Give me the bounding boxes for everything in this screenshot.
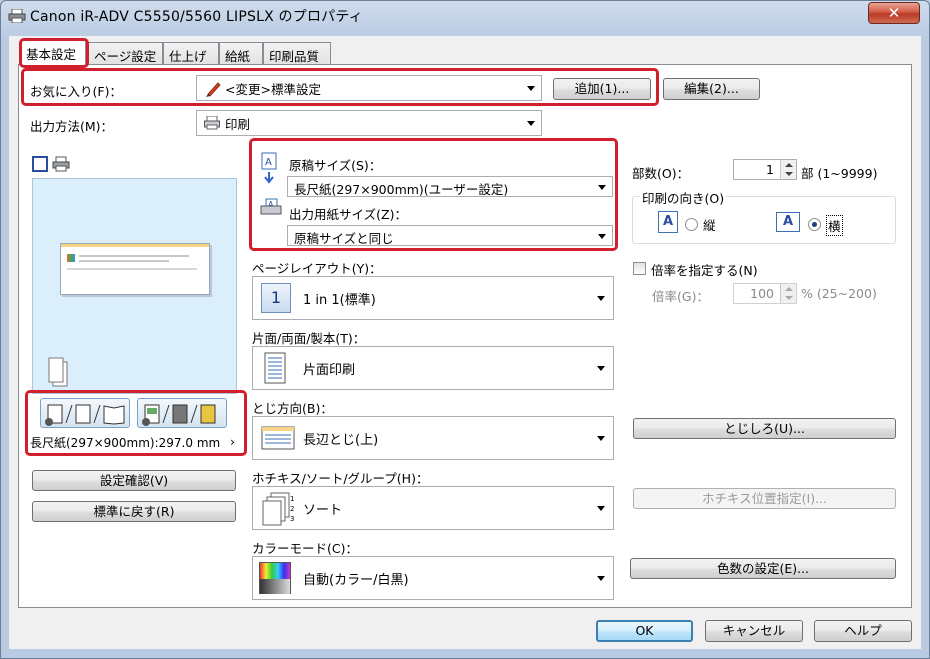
- window-title: Canon iR-ADV C5550/5560 LIPSLX のプロパティ: [30, 9, 363, 25]
- output-method-label: 出力方法(M)：: [30, 119, 114, 134]
- duplex-label: 片面/両面/製本(T)：: [252, 331, 366, 346]
- print-preview: [32, 178, 237, 394]
- margin-button[interactable]: とじしろ(U)...: [633, 418, 896, 439]
- dropdown-arrow-icon: [527, 121, 535, 126]
- binding-dropdown[interactable]: 長辺とじ(上): [252, 416, 614, 460]
- scale-checkbox[interactable]: [633, 262, 646, 275]
- svg-text:1: 1: [290, 495, 294, 503]
- sort-icon: 1 2 3: [262, 492, 294, 526]
- staple-dropdown[interactable]: 1 2 3 ソート: [252, 486, 614, 530]
- highlight-favorites: [21, 68, 659, 106]
- close-button[interactable]: ✕: [868, 2, 920, 24]
- preview-page-icon[interactable]: [32, 156, 48, 172]
- copies-value: 1: [766, 162, 774, 177]
- output-method-dropdown[interactable]: 印刷: [196, 110, 542, 136]
- output-method-value: 印刷: [225, 117, 251, 132]
- portrait-icon: A: [658, 211, 678, 233]
- check-settings-button[interactable]: 設定確認(V): [32, 470, 236, 491]
- tab-page-setup[interactable]: ページ設定: [88, 42, 163, 64]
- single-sided-icon: [264, 352, 286, 384]
- portrait-label: 縦: [703, 218, 716, 233]
- dropdown-arrow-icon: [597, 506, 605, 511]
- preview-page: [60, 243, 210, 295]
- dropdown-arrow-icon: [597, 366, 605, 371]
- printer-icon: [204, 116, 220, 130]
- tab-print-quality[interactable]: 印刷品質: [263, 42, 331, 64]
- scale-spinner[interactable]: 100: [733, 283, 797, 304]
- scale-rate-label: 倍率(G)：: [652, 289, 709, 304]
- staple-position-button[interactable]: ホチキス位置指定(I)...: [633, 488, 896, 509]
- title-bar: Canon iR-ADV C5550/5560 LIPSLX のプロパティ ✕: [0, 0, 930, 32]
- copies-spinner[interactable]: 1: [733, 159, 797, 180]
- color-mode-label: カラーモード(C)：: [252, 541, 358, 556]
- output-stack-icon: [48, 357, 68, 387]
- ok-button[interactable]: OK: [596, 620, 693, 642]
- highlight-size-settings: [249, 138, 618, 251]
- staple-value: ソート: [303, 503, 343, 518]
- landscape-icon: A: [776, 212, 800, 232]
- edit-favorite-button[interactable]: 編集(2)...: [663, 78, 760, 100]
- staple-label: ホチキス/ソート/グループ(H)：: [252, 471, 429, 486]
- tab-finishing[interactable]: 仕上げ: [163, 42, 219, 64]
- svg-text:2: 2: [290, 505, 294, 513]
- dropdown-arrow-icon: [597, 576, 605, 581]
- portrait-radio[interactable]: [685, 218, 698, 231]
- duplex-dropdown[interactable]: 片面印刷: [252, 346, 614, 390]
- binding-value: 長辺とじ(上): [303, 433, 379, 448]
- page-layout-value: 1 in 1(標準): [303, 293, 376, 308]
- copies-unit: 部 (1~9999): [801, 166, 878, 181]
- auto-color-icon: [259, 562, 291, 594]
- highlight-tab: [19, 38, 89, 68]
- binding-label: とじ方向(B)：: [252, 401, 333, 416]
- scale-unit: % (25~200): [801, 286, 877, 301]
- cancel-button[interactable]: キャンセル: [705, 620, 803, 642]
- duplex-value: 片面印刷: [303, 363, 356, 378]
- help-button[interactable]: ヘルプ: [814, 620, 912, 642]
- scale-checkbox-label: 倍率を指定する(N): [651, 263, 758, 278]
- orientation-label: 印刷の向き(O): [640, 188, 727, 207]
- preview-printer-icon[interactable]: [52, 156, 70, 172]
- highlight-preview-buttons: [25, 390, 247, 456]
- dropdown-arrow-icon: [597, 436, 605, 441]
- landscape-label: 横: [826, 215, 843, 236]
- restore-defaults-button[interactable]: 標準に戻す(R): [32, 501, 236, 522]
- page-layout-dropdown[interactable]: 1 1 in 1(標準): [252, 276, 614, 320]
- landscape-radio[interactable]: [808, 218, 821, 231]
- binding-long-edge-top-icon: [261, 426, 295, 450]
- tab-paper-source[interactable]: 給紙: [219, 42, 263, 64]
- copies-label: 部数(O)：: [632, 166, 690, 181]
- color-mode-value: 自動(カラー/白黒): [303, 573, 409, 588]
- printer-icon: [8, 9, 26, 23]
- color-mode-dropdown[interactable]: 自動(カラー/白黒): [252, 556, 614, 600]
- color-count-button[interactable]: 色数の設定(E)...: [630, 558, 896, 579]
- spinner-arrows-icon[interactable]: [780, 284, 796, 303]
- page-layout-label: ページレイアウト(Y)：: [252, 261, 382, 276]
- svg-text:3: 3: [290, 515, 294, 523]
- scale-value: 100: [750, 286, 774, 301]
- page-layout-icon: 1: [261, 283, 291, 313]
- dropdown-arrow-icon: [597, 296, 605, 301]
- spinner-arrows-icon[interactable]: [780, 160, 796, 179]
